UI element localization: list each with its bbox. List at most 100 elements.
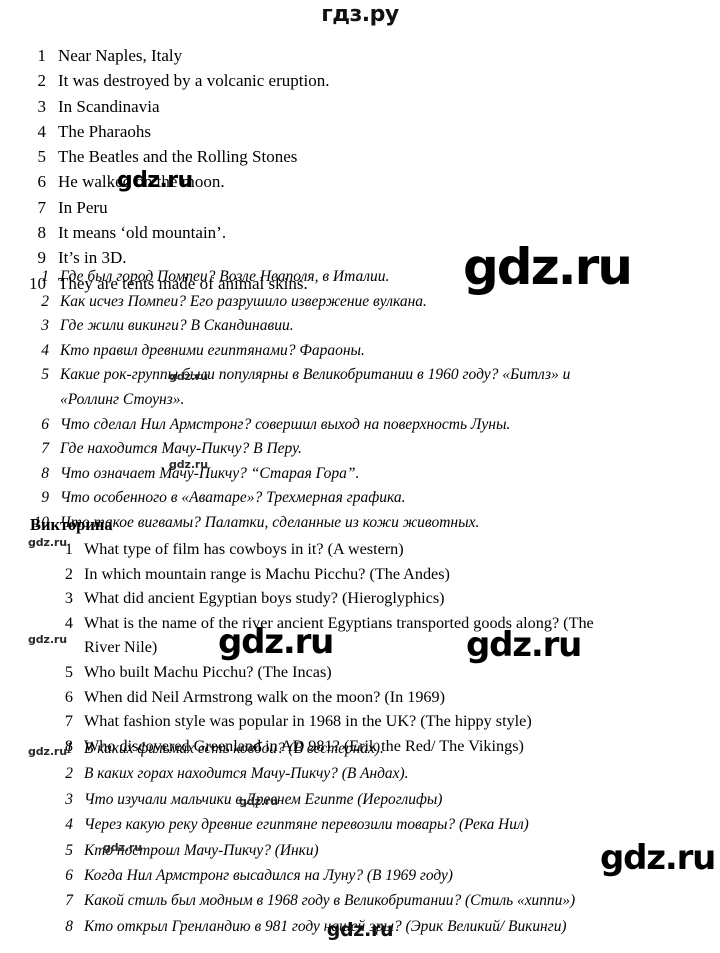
list-item: 5 The Beatles and the Rolling Stones bbox=[0, 144, 720, 169]
list-item-text: Что сделал Нил Армстронг? совершил выход… bbox=[60, 415, 511, 433]
list-item: 2 In which mountain range is Machu Picch… bbox=[0, 562, 720, 587]
list-item-text: Через какую реку древние египтяне перево… bbox=[84, 816, 529, 834]
list-item-number: 4 bbox=[37, 121, 47, 141]
list-item: 1 Где был город Помпеи? Возле Неаполя, в… bbox=[0, 265, 720, 290]
list-item-text: It means ‘old mountain’. bbox=[58, 223, 227, 243]
list-item: 5 Какие рок-группы были популярны в Вели… bbox=[0, 363, 720, 412]
list-item-number: 1 bbox=[37, 46, 47, 65]
list-item-number: 9 bbox=[41, 489, 49, 507]
list-item-number: 4 bbox=[64, 613, 73, 632]
list-item: 3 What did ancient Egyptian boys study? … bbox=[0, 586, 720, 611]
list-item-number: 7 bbox=[41, 440, 49, 458]
list-item-text: When did Neil Armstrong walk on the moon… bbox=[84, 687, 446, 706]
list-item-text: What is the name of the river ancient Eg… bbox=[84, 613, 594, 632]
list-item: 9 Что особенного в «Аватаре»? Трехмерная… bbox=[0, 486, 720, 511]
list-item-text: Who built Machu Picchu? (The Incas) bbox=[84, 662, 332, 681]
list-item: 5 Who built Machu Picchu? (The Incas) bbox=[0, 660, 720, 685]
quiz-russian-list: 1 В каких фильмах есть ковбои? (В вестер… bbox=[0, 736, 720, 939]
list-item: 7 Какой стиль был модным в 1968 году в В… bbox=[0, 888, 720, 913]
list-item-number: 2 bbox=[64, 564, 73, 583]
list-item-number: 3 bbox=[65, 790, 73, 808]
list-item: 7 In Peru bbox=[0, 195, 720, 220]
list-item-text: В каких горах находится Мачу-Пикчу? (В А… bbox=[84, 765, 409, 783]
list-item-text: The Pharaohs bbox=[58, 121, 152, 141]
list-item: 6 He walked on the moon. bbox=[0, 169, 720, 194]
list-item-text: In Scandinavia bbox=[58, 96, 160, 116]
list-item-number: 5 bbox=[41, 366, 49, 384]
list-item-number: 4 bbox=[65, 816, 73, 834]
list-item-number: 1 bbox=[64, 540, 73, 558]
list-item: 8 Что означает Мачу-Пикчу? “Старая Гора”… bbox=[0, 462, 720, 487]
list-item: 6 Что сделал Нил Армстронг? совершил вых… bbox=[0, 413, 720, 438]
document-page: гдз.ру 1 Near Naples, Italy 2 It was des… bbox=[0, 0, 720, 953]
list-item: 4 What is the name of the river ancient … bbox=[0, 611, 720, 660]
list-item-text: Что такое вигвамы? Палатки, сделанные из… bbox=[60, 513, 480, 531]
list-item: 2 It was destroyed by a volcanic eruptio… bbox=[0, 68, 720, 93]
list-item: 4 The Pharaohs bbox=[0, 119, 720, 144]
answers-russian-section: 1 Где был город Помпеи? Возле Неаполя, в… bbox=[0, 265, 720, 536]
list-item: 6 When did Neil Armstrong walk on the mo… bbox=[0, 685, 720, 710]
list-item: 4 Через какую реку древние египтяне пере… bbox=[0, 812, 720, 837]
list-item-number: 6 bbox=[65, 867, 73, 885]
list-item-number: 7 bbox=[37, 197, 47, 217]
list-item: 4 Кто правил древними египтянами? Фараон… bbox=[0, 339, 720, 364]
list-item-text: What did ancient Egyptian boys study? (H… bbox=[84, 589, 445, 608]
list-item: 3 Что изучали мальчики в Древнем Египте … bbox=[0, 787, 720, 812]
list-item: 1 Near Naples, Italy bbox=[0, 43, 720, 68]
list-item: 2 В каких горах находится Мачу-Пикчу? (В… bbox=[0, 761, 720, 786]
list-item-number: 2 bbox=[37, 71, 47, 91]
list-item-number: 8 bbox=[37, 223, 47, 243]
list-item: 7 What fashion style was popular in 1968… bbox=[0, 709, 720, 734]
list-item: 2 Как исчез Помпеи? Его разрушило изверж… bbox=[0, 290, 720, 315]
list-item-text: He walked on the moon. bbox=[58, 172, 225, 192]
list-item-text: Когда Нил Армстронг высадился на Луну? (… bbox=[84, 867, 453, 885]
list-item-text: In which mountain range is Machu Picchu?… bbox=[84, 564, 450, 583]
list-item-number: 6 bbox=[37, 172, 47, 192]
list-item-text: The Beatles and the Rolling Stones bbox=[58, 147, 298, 167]
list-item-number: 8 bbox=[41, 464, 49, 482]
list-item: 3 In Scandinavia bbox=[0, 94, 720, 119]
list-item: 1 What type of film has cowboys in it? (… bbox=[0, 537, 720, 562]
list-item-number: 7 bbox=[65, 892, 73, 910]
list-item: 7 Где находится Мачу-Пикчу? В Перу. bbox=[0, 437, 720, 462]
list-item-text: Кто построил Мачу-Пикчу? (Инки) bbox=[84, 841, 319, 859]
quiz-english-list: 1 What type of film has cowboys in it? (… bbox=[0, 537, 720, 758]
list-item-number: 7 bbox=[64, 712, 73, 731]
list-item-text-continued: River Nile) bbox=[84, 638, 158, 657]
list-item-text: It was destroyed by a volcanic eruption. bbox=[58, 71, 330, 91]
quiz-heading: Викторина bbox=[30, 515, 113, 534]
list-item-number: 1 bbox=[41, 268, 49, 285]
list-item-text: Где находится Мачу-Пикчу? В Перу. bbox=[60, 440, 302, 458]
list-item-text: Где был город Помпеи? Возле Неаполя, в И… bbox=[60, 268, 390, 285]
quiz-russian-section: 1 В каких фильмах есть ковбои? (В вестер… bbox=[0, 736, 720, 939]
list-item-number: 1 bbox=[65, 740, 73, 757]
list-item-text: Что изучали мальчики в Древнем Египте (И… bbox=[84, 790, 443, 808]
list-item-number: 6 bbox=[41, 415, 49, 433]
list-item-text: Near Naples, Italy bbox=[58, 46, 183, 65]
list-item-text: Что означает Мачу-Пикчу? “Старая Гора”. bbox=[60, 464, 360, 482]
answers-english-list: 1 Near Naples, Italy 2 It was destroyed … bbox=[0, 43, 720, 296]
list-item-number: 2 bbox=[41, 292, 49, 310]
site-logo-top: гдз.ру bbox=[321, 2, 399, 27]
list-item-text: В каких фильмах есть ковбои? (В вестерна… bbox=[84, 740, 384, 757]
list-item: 6 Когда Нил Армстронг высадился на Луну?… bbox=[0, 863, 720, 888]
list-item-number: 3 bbox=[41, 317, 49, 335]
answers-russian-list: 1 Где был город Помпеи? Возле Неаполя, в… bbox=[0, 265, 720, 536]
list-item-text: Какой стиль был модным в 1968 году в Вел… bbox=[84, 892, 576, 910]
list-item-number: 5 bbox=[64, 662, 73, 681]
list-item-number: 5 bbox=[65, 841, 73, 859]
list-item-number: 5 bbox=[37, 147, 47, 167]
list-item-text: Как исчез Помпеи? Его разрушило извержен… bbox=[60, 292, 427, 310]
list-item-number: 3 bbox=[37, 96, 47, 116]
list-item-text: Какие рок-группы были популярны в Велико… bbox=[60, 366, 571, 384]
list-item: 8 It means ‘old mountain’. bbox=[0, 220, 720, 245]
list-item-number: 4 bbox=[41, 341, 49, 359]
list-item: 1 В каких фильмах есть ковбои? (В вестер… bbox=[0, 736, 720, 761]
quiz-english-section: 1 What type of film has cowboys in it? (… bbox=[0, 537, 720, 758]
list-item-text: What type of film has cowboys in it? (A … bbox=[84, 540, 404, 558]
list-item-text-continued: «Роллинг Стоунз». bbox=[60, 390, 185, 408]
list-item-number: 3 bbox=[64, 589, 73, 608]
site-logo-bottom: gdz.ru bbox=[326, 919, 394, 941]
answers-english-section: 1 Near Naples, Italy 2 It was destroyed … bbox=[0, 43, 720, 296]
list-item: 5 Кто построил Мачу-Пикчу? (Инки) bbox=[0, 838, 720, 863]
